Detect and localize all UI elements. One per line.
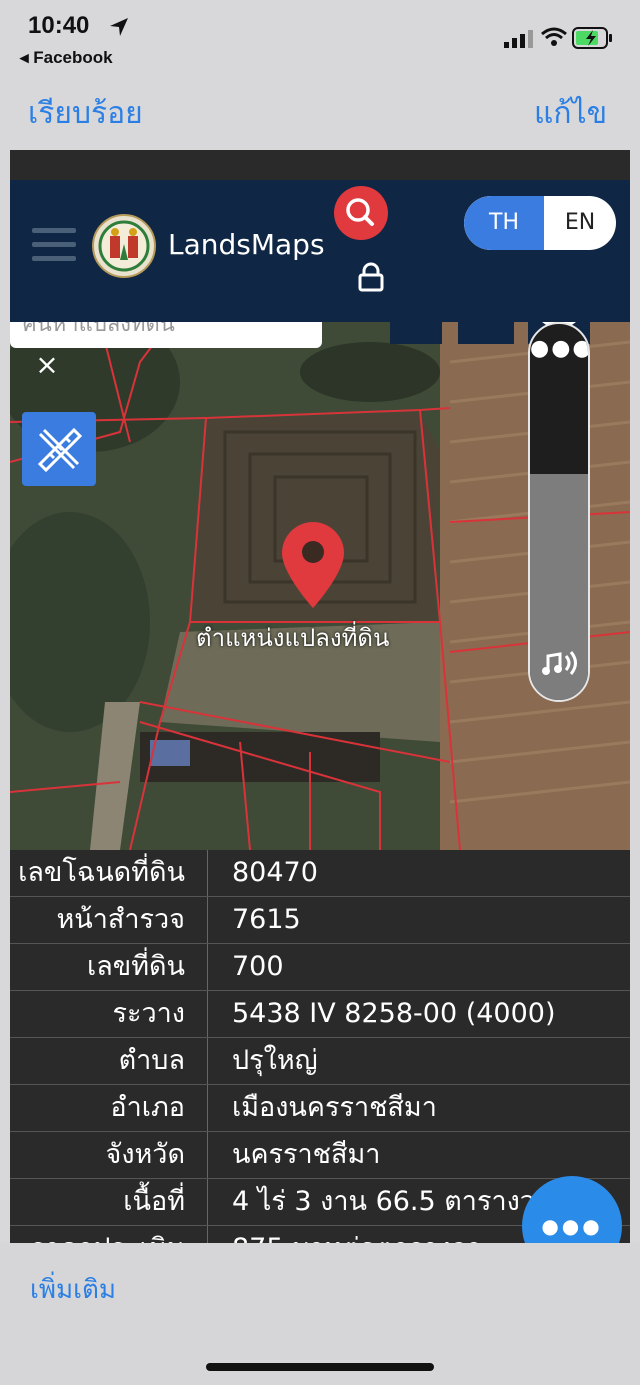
row-label: จังหวัด xyxy=(10,1132,208,1178)
edit-button[interactable]: แก้ไข xyxy=(534,90,607,137)
table-row: ระวาง 5438 IV 8258-00 (4000) xyxy=(10,991,630,1038)
brand-name: LandsMaps xyxy=(168,228,325,261)
done-button[interactable]: เรียบร้อย xyxy=(28,90,143,137)
pin-label: ตำแหน่งแปลงที่ดิน xyxy=(196,624,390,652)
home-indicator[interactable] xyxy=(206,1363,434,1371)
status-time: 10:40 xyxy=(28,12,90,39)
table-row: เลขโฉนดที่ดิน 80470 xyxy=(10,850,630,897)
table-row: หน้าสำรวจ 7615 xyxy=(10,897,630,944)
more-fab-button[interactable]: ●●● xyxy=(522,1176,622,1243)
table-row: อำเภอ เมืองนครราชสีมา xyxy=(10,1085,630,1132)
battery-charging-icon xyxy=(572,27,612,49)
image-content: LandsMaps TH EN ค้นหาแปลงที่ดิน × ●●● ตำ… xyxy=(10,150,630,1243)
signal-icon xyxy=(504,30,533,48)
row-label: ระวาง xyxy=(10,991,208,1037)
vertical-control-panel[interactable]: ●●● xyxy=(528,322,590,702)
row-value: 80470 xyxy=(232,857,318,888)
row-label: เลขที่ดิน xyxy=(10,944,208,990)
sound-icon[interactable] xyxy=(540,644,580,684)
row-value: 700 xyxy=(232,951,284,982)
row-value: 4 ไร่ 3 งาน 66.5 ตารางวา xyxy=(232,1186,551,1217)
row-label: เนื้อที่ xyxy=(10,1179,208,1225)
landsmaps-logo xyxy=(92,214,156,278)
table-row: ตำบล ปรุใหญ่ xyxy=(10,1038,630,1085)
search-button[interactable] xyxy=(334,186,388,240)
menu-icon[interactable] xyxy=(32,228,76,264)
status-bar: 10:40 ◂ Facebook xyxy=(0,0,640,80)
parcel-search-input[interactable]: ค้นหาแปลงที่ดิน xyxy=(10,322,322,348)
row-value: 875 บาทต่อตารางวา xyxy=(232,1226,482,1243)
close-icon[interactable]: × xyxy=(32,350,62,380)
row-value: ปรุใหญ่ xyxy=(232,1045,318,1076)
search-placeholder: ค้นหาแปลงที่ดิน xyxy=(22,322,175,337)
row-value: 7615 xyxy=(232,904,301,935)
row-label: ราคาประเมิน xyxy=(10,1226,208,1243)
row-value: 5438 IV 8258-00 (4000) xyxy=(232,998,556,1029)
lang-th-option[interactable]: TH xyxy=(464,196,544,250)
satellite-map[interactable]: ค้นหาแปลงที่ดิน × ●●● ตำแหน่งแปลงที่ดิน xyxy=(10,322,630,850)
ruler-pencil-icon xyxy=(37,427,83,473)
row-label: เลขโฉนดที่ดิน xyxy=(10,850,208,896)
table-row: เลขที่ดิน 700 xyxy=(10,944,630,991)
wifi-icon xyxy=(541,27,567,46)
back-to-app-link[interactable]: ◂ Facebook xyxy=(20,48,113,68)
lock-icon[interactable] xyxy=(358,262,384,292)
measure-tool-button[interactable] xyxy=(22,412,96,486)
location-pin-icon[interactable] xyxy=(282,522,344,608)
row-label: หน้าสำรวจ xyxy=(10,897,208,943)
row-label: ตำบล xyxy=(10,1038,208,1084)
search-icon xyxy=(346,198,374,226)
row-value: นครราชสีมา xyxy=(232,1139,381,1170)
more-dots-icon: ●●● xyxy=(541,1214,603,1238)
map-tool-button-1[interactable] xyxy=(390,322,442,344)
row-label: อำเภอ xyxy=(10,1085,208,1131)
row-value: เมืองนครราชสีมา xyxy=(232,1092,437,1123)
map-tool-button-2[interactable] xyxy=(458,322,514,344)
app-header: LandsMaps TH EN xyxy=(10,180,630,322)
more-button[interactable]: เพิ่มเติม xyxy=(30,1269,116,1310)
back-app-label: Facebook xyxy=(33,48,113,67)
more-dots-icon[interactable]: ●●● xyxy=(530,336,588,361)
lang-en-option[interactable]: EN xyxy=(544,196,616,250)
table-row: จังหวัด นครราชสีมา xyxy=(10,1132,630,1179)
location-arrow-icon xyxy=(110,18,128,36)
language-toggle[interactable]: TH EN xyxy=(464,196,616,250)
